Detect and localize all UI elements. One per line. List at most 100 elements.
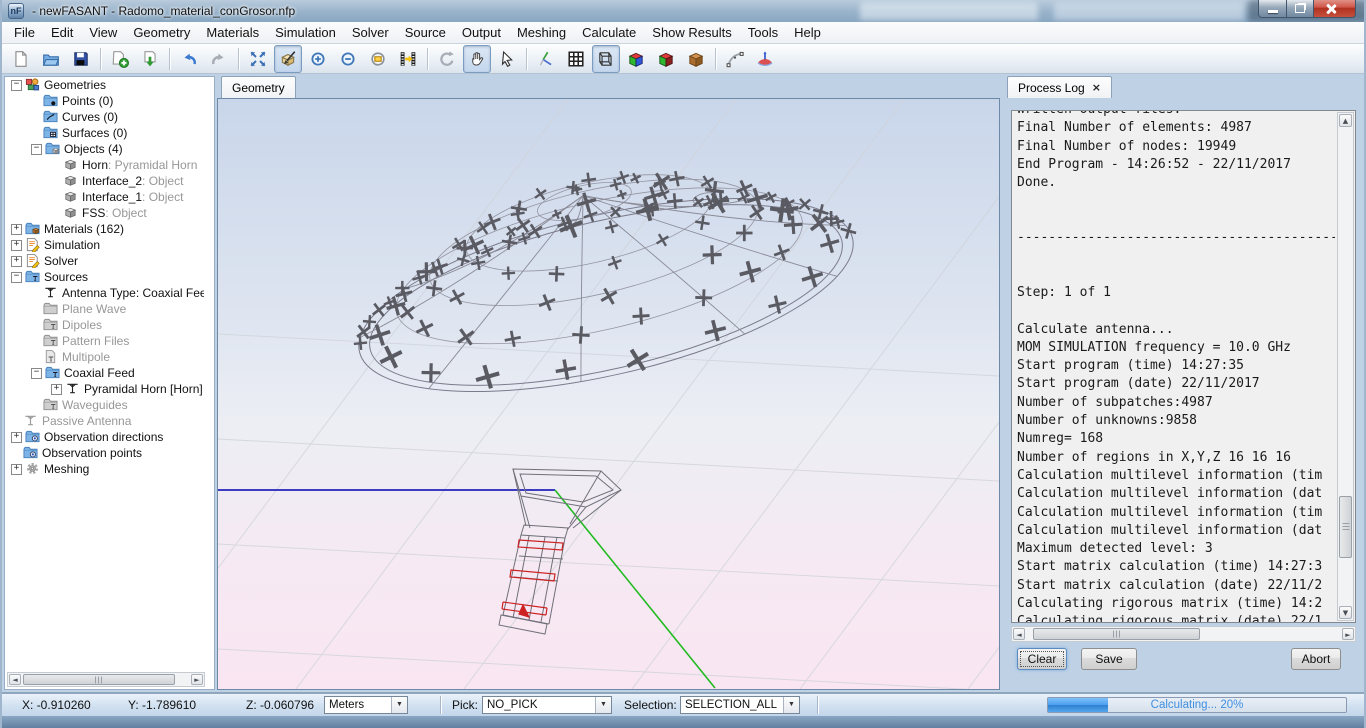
tree-item-coaxial-feed[interactable]: −Coaxial Feed [5,365,214,381]
solid-view-button[interactable] [682,45,710,73]
close-button[interactable] [1314,0,1356,18]
animation-export-button[interactable] [394,45,422,73]
orbit-view-button[interactable] [274,45,302,73]
tree-item-horn[interactable]: Horn : Pyramidal Horn [5,157,214,173]
tree-item-observation-directions[interactable]: +Observation directions [5,429,214,445]
menu-calculate[interactable]: Calculate [574,23,644,42]
tree-item-interface-1[interactable]: Interface_1 : Object [5,189,214,205]
menu-tools[interactable]: Tools [740,23,786,42]
scroll-left-icon[interactable]: ◄ [9,674,21,685]
collapse-icon[interactable]: − [31,144,42,155]
tree-item-antenna-type-coaxial-feed[interactable]: Antenna Type: Coaxial Feed [5,285,214,301]
menu-meshing[interactable]: Meshing [509,23,574,42]
curvature-tool-button[interactable] [721,45,749,73]
collapse-icon[interactable]: − [11,272,22,283]
expand-icon[interactable]: + [11,432,22,443]
menu-help[interactable]: Help [786,23,829,42]
undo-icon [180,50,198,68]
expand-icon[interactable]: + [11,464,22,475]
import-file-button[interactable] [136,45,164,73]
tree-item-passive-antenna[interactable]: Passive Antenna [5,413,214,429]
add-geometry-button[interactable] [106,45,134,73]
expand-icon[interactable]: + [11,240,22,251]
restore-icon [1295,4,1305,13]
tree-vertical-scrollbar[interactable] [204,78,213,674]
zoom-window-button[interactable] [364,45,392,73]
gear-icon [25,461,41,477]
tree-item-pyramidal-horn-horn[interactable]: +Pyramidal Horn [Horn] [5,381,214,397]
expand-icon[interactable]: + [11,256,22,267]
tree-horizontal-scrollbar[interactable]: ◄ ► [7,672,205,687]
menu-materials[interactable]: Materials [198,23,267,42]
tree-item-curves-0[interactable]: Curves (0) [5,109,214,125]
units-dropdown[interactable]: Meters ▼ [324,696,408,714]
tree-item-label: Geometries [44,78,106,92]
tree-item-plane-wave[interactable]: Plane Wave [5,301,214,317]
tree-item-pattern-files[interactable]: Pattern Files [5,333,214,349]
wireframe-view-button[interactable] [592,45,620,73]
zoom-out-button[interactable] [334,45,362,73]
menu-geometry[interactable]: Geometry [125,23,198,42]
coord-x: X: -0.910260 [22,698,91,712]
collapse-icon[interactable]: − [11,80,22,91]
tree-item-objects-4[interactable]: −Objects (4) [5,141,214,157]
scroll-thumb[interactable] [23,674,175,685]
tree-item-observation-points[interactable]: Observation points [5,445,214,461]
select-cursor-button[interactable] [493,45,521,73]
zoom-fit-button[interactable] [244,45,272,73]
save-file-button[interactable] [67,45,95,73]
expand-icon[interactable]: + [11,224,22,235]
axes-view-button[interactable] [532,45,560,73]
tree-item-interface-2[interactable]: Interface_2 : Object [5,173,214,189]
abort-button[interactable]: Abort [1291,648,1341,670]
tree-item-sources[interactable]: −Sources [5,269,214,285]
minimize-button[interactable] [1258,0,1287,18]
menu-source[interactable]: Source [397,23,454,42]
tab-geometry[interactable]: Geometry [221,76,296,98]
redo-button[interactable] [205,45,233,73]
clear-button[interactable]: Clear [1017,648,1067,670]
selection-dropdown[interactable]: SELECTION_ALL ▼ [680,696,800,714]
tree-item-label: Passive Antenna [42,414,131,428]
menu-solver[interactable]: Solver [344,23,397,42]
restore-button[interactable] [1287,0,1314,18]
tree-item-solver[interactable]: +Solver [5,253,214,269]
rotate-view-button[interactable] [433,45,461,73]
tree-item-multipole[interactable]: Multipole [5,349,214,365]
tree-item-fss[interactable]: FSS : Object [5,205,214,221]
coord-z: Z: -0.060796 [246,698,314,712]
undo-button[interactable] [175,45,203,73]
menu-view[interactable]: View [81,23,125,42]
menu-file[interactable]: File [6,23,43,42]
tree-item-simulation[interactable]: +Simulation [5,237,214,253]
collapse-icon[interactable]: − [31,368,42,379]
tree-item-waveguides[interactable]: Waveguides [5,397,214,413]
scroll-right-icon[interactable]: ► [191,674,203,685]
tree-item-dipoles[interactable]: Dipoles [5,317,214,333]
tree-item-surfaces-0[interactable]: Surfaces (0) [5,125,214,141]
open-file-button[interactable] [37,45,65,73]
far-field-tool-button[interactable] [751,45,779,73]
hidden-line-view-button[interactable] [652,45,680,73]
menu-edit[interactable]: Edit [43,23,81,42]
tree-item-geometries[interactable]: − Geometries [5,77,214,93]
shaded-view-button[interactable] [622,45,650,73]
geometry-3d-canvas[interactable] [217,98,1000,690]
tree-item-materials-162[interactable]: +Materials (162) [5,221,214,237]
zoom-in-button[interactable] [304,45,332,73]
tree-item-points-0[interactable]: Points (0) [5,93,214,109]
grid-view-button[interactable] [562,45,590,73]
pan-view-button[interactable] [463,45,491,73]
title-bar: nF - newFASANT - Radomo_material_conGros… [2,0,1364,23]
tree-item-label: Observation points [42,446,142,460]
menu-simulation[interactable]: Simulation [267,23,344,42]
new-file-button[interactable] [7,45,35,73]
menu-show-results[interactable]: Show Results [644,23,739,42]
zoom-window-icon [369,50,387,68]
save-button[interactable]: Save [1081,648,1137,670]
expand-icon[interactable]: + [51,384,62,395]
menu-output[interactable]: Output [454,23,509,42]
tree-item-meshing[interactable]: +Meshing [5,461,214,477]
folder-disabled-feed-icon [43,397,59,413]
pick-dropdown[interactable]: NO_PICK ▼ [482,696,612,714]
